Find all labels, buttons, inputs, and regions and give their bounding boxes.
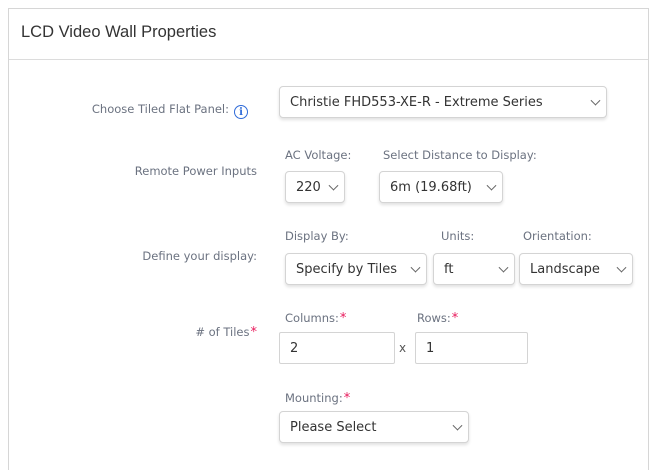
required-marker: * xyxy=(339,311,347,326)
tiles-label: # of Tiles* xyxy=(49,325,257,340)
required-marker: * xyxy=(250,325,258,340)
columns-input[interactable] xyxy=(279,332,395,364)
chevron-down-icon xyxy=(486,180,497,191)
distance-label: Select Distance to Display: xyxy=(383,148,537,162)
display-by-select[interactable]: Specify by Tiles xyxy=(285,253,427,285)
columns-label-text: Columns: xyxy=(285,311,339,325)
rows-input[interactable] xyxy=(415,332,528,364)
display-by-label: Display By: xyxy=(285,229,349,243)
distance-value: 6m (19.68ft) xyxy=(390,179,472,195)
chevron-down-icon xyxy=(410,262,421,273)
tiles-label-text: # of Tiles xyxy=(195,325,250,339)
units-label: Units: xyxy=(441,229,475,243)
times-symbol: x xyxy=(399,341,407,355)
ac-voltage-select[interactable]: 220 xyxy=(285,171,345,203)
display-by-value: Specify by Tiles xyxy=(296,261,398,277)
ac-voltage-value: 220 xyxy=(296,179,321,195)
units-value: ft xyxy=(444,261,454,277)
chevron-down-icon xyxy=(328,180,339,191)
panel-header: LCD Video Wall Properties xyxy=(9,9,648,60)
remote-power-label: Remote Power Inputs xyxy=(134,164,257,178)
required-marker: * xyxy=(451,311,459,326)
define-display-label: Define your display: xyxy=(142,249,257,263)
units-select[interactable]: ft xyxy=(433,253,515,285)
required-marker: * xyxy=(343,391,351,406)
orientation-select[interactable]: Landscape xyxy=(519,253,633,285)
tiled-panel-select-value: Christie FHD553-XE-R - Extreme Series xyxy=(290,94,543,110)
chevron-down-icon xyxy=(498,262,509,273)
chevron-down-icon xyxy=(452,420,463,431)
rows-label: Rows:* xyxy=(417,311,458,326)
mounting-label-text: Mounting: xyxy=(285,391,343,405)
orientation-label: Orientation: xyxy=(523,229,592,243)
mounting-select[interactable]: Please Select xyxy=(279,411,469,443)
info-icon[interactable]: i xyxy=(234,105,248,119)
panel-title: LCD Video Wall Properties xyxy=(21,23,217,41)
mounting-value: Please Select xyxy=(290,419,377,435)
orientation-value: Landscape xyxy=(530,261,600,277)
tiled-panel-select[interactable]: Christie FHD553-XE-R - Extreme Series xyxy=(279,86,607,118)
properties-panel: LCD Video Wall Properties Choose Tiled F… xyxy=(8,8,649,470)
columns-label: Columns:* xyxy=(285,311,346,326)
distance-select[interactable]: 6m (19.68ft) xyxy=(379,171,503,203)
rows-label-text: Rows: xyxy=(417,311,451,325)
mounting-label: Mounting:* xyxy=(285,391,350,406)
chevron-down-icon xyxy=(590,95,601,106)
ac-voltage-label: AC Voltage: xyxy=(285,148,352,162)
chevron-down-icon xyxy=(616,262,627,273)
choose-panel-label: Choose Tiled Flat Panel: xyxy=(91,102,229,116)
